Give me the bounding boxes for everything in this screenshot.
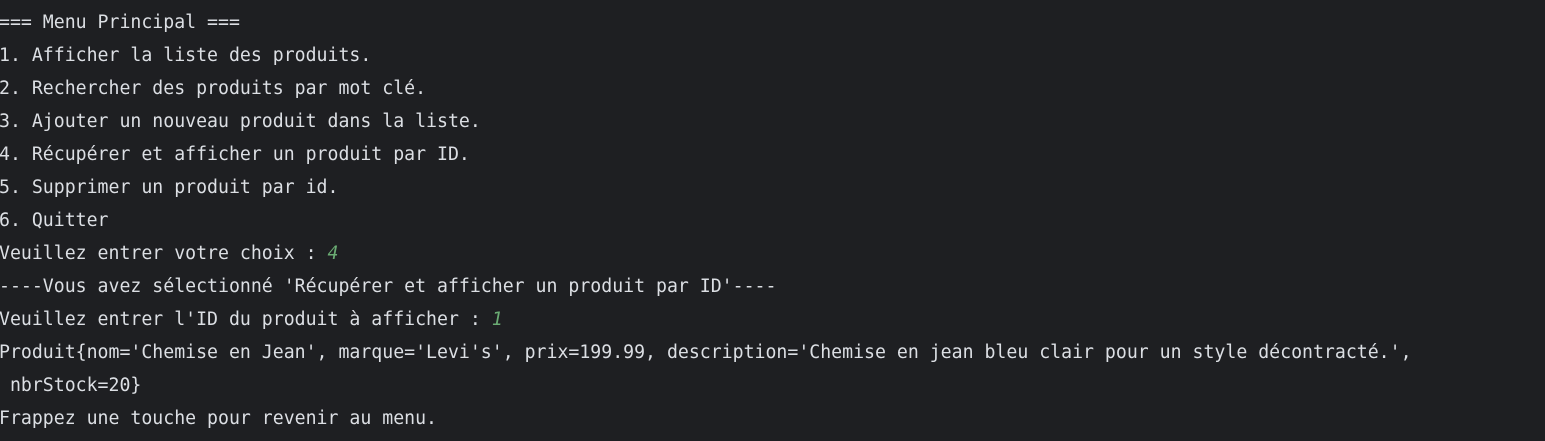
product-output-continuation-line: nbrStock=20} bbox=[0, 369, 1545, 402]
console-text: 6. Quitter bbox=[0, 210, 109, 231]
menu-title-line: === Menu Principal === bbox=[0, 6, 1545, 39]
console-text: 3. Ajouter un nouveau produit dans la li… bbox=[0, 111, 481, 132]
selection-banner-line: ----Vous avez sélectionné 'Récupérer et … bbox=[0, 270, 1545, 303]
user-input-choice: 4 bbox=[327, 243, 339, 264]
product-output-line: Produit{nom='Chemise en Jean', marque='L… bbox=[0, 336, 1545, 369]
choice-prompt-line: Veuillez entrer votre choix : 4 bbox=[0, 237, 1545, 270]
menu-option-5-line: 5. Supprimer un produit par id. bbox=[0, 171, 1545, 204]
console-text: Produit{nom='Chemise en Jean', marque='L… bbox=[0, 342, 1412, 363]
menu-option-1-line: 1. Afficher la liste des produits. bbox=[0, 39, 1545, 72]
id-prompt-line: Veuillez entrer l'ID du produit à affich… bbox=[0, 303, 1545, 336]
console-text: ----Vous avez sélectionné 'Récupérer et … bbox=[0, 276, 777, 297]
console-text: 5. Supprimer un produit par id. bbox=[0, 177, 339, 198]
menu-option-4-line: 4. Récupérer et afficher un produit par … bbox=[0, 138, 1545, 171]
menu-option-2-line: 2. Rechercher des produits par mot clé. bbox=[0, 72, 1545, 105]
console-text: Veuillez entrer votre choix : bbox=[0, 243, 328, 264]
console-text: === Menu Principal === bbox=[0, 12, 240, 33]
console-text: Frappez une touche pour revenir au menu. bbox=[0, 408, 437, 429]
user-input-id: 1 bbox=[491, 309, 503, 330]
console-text: 4. Récupérer et afficher un produit par … bbox=[0, 144, 470, 165]
console-text: nbrStock=20} bbox=[0, 375, 142, 396]
console-text: 2. Rechercher des produits par mot clé. bbox=[0, 78, 427, 99]
console-text: Veuillez entrer l'ID du produit à affich… bbox=[0, 309, 492, 330]
menu-option-6-line: 6. Quitter bbox=[0, 204, 1545, 237]
console-text: 1. Afficher la liste des produits. bbox=[0, 45, 372, 66]
console-output[interactable]: === Menu Principal === 1. Afficher la li… bbox=[0, 0, 1545, 441]
menu-option-3-line: 3. Ajouter un nouveau produit dans la li… bbox=[0, 105, 1545, 138]
return-to-menu-line: Frappez une touche pour revenir au menu. bbox=[0, 402, 1545, 435]
